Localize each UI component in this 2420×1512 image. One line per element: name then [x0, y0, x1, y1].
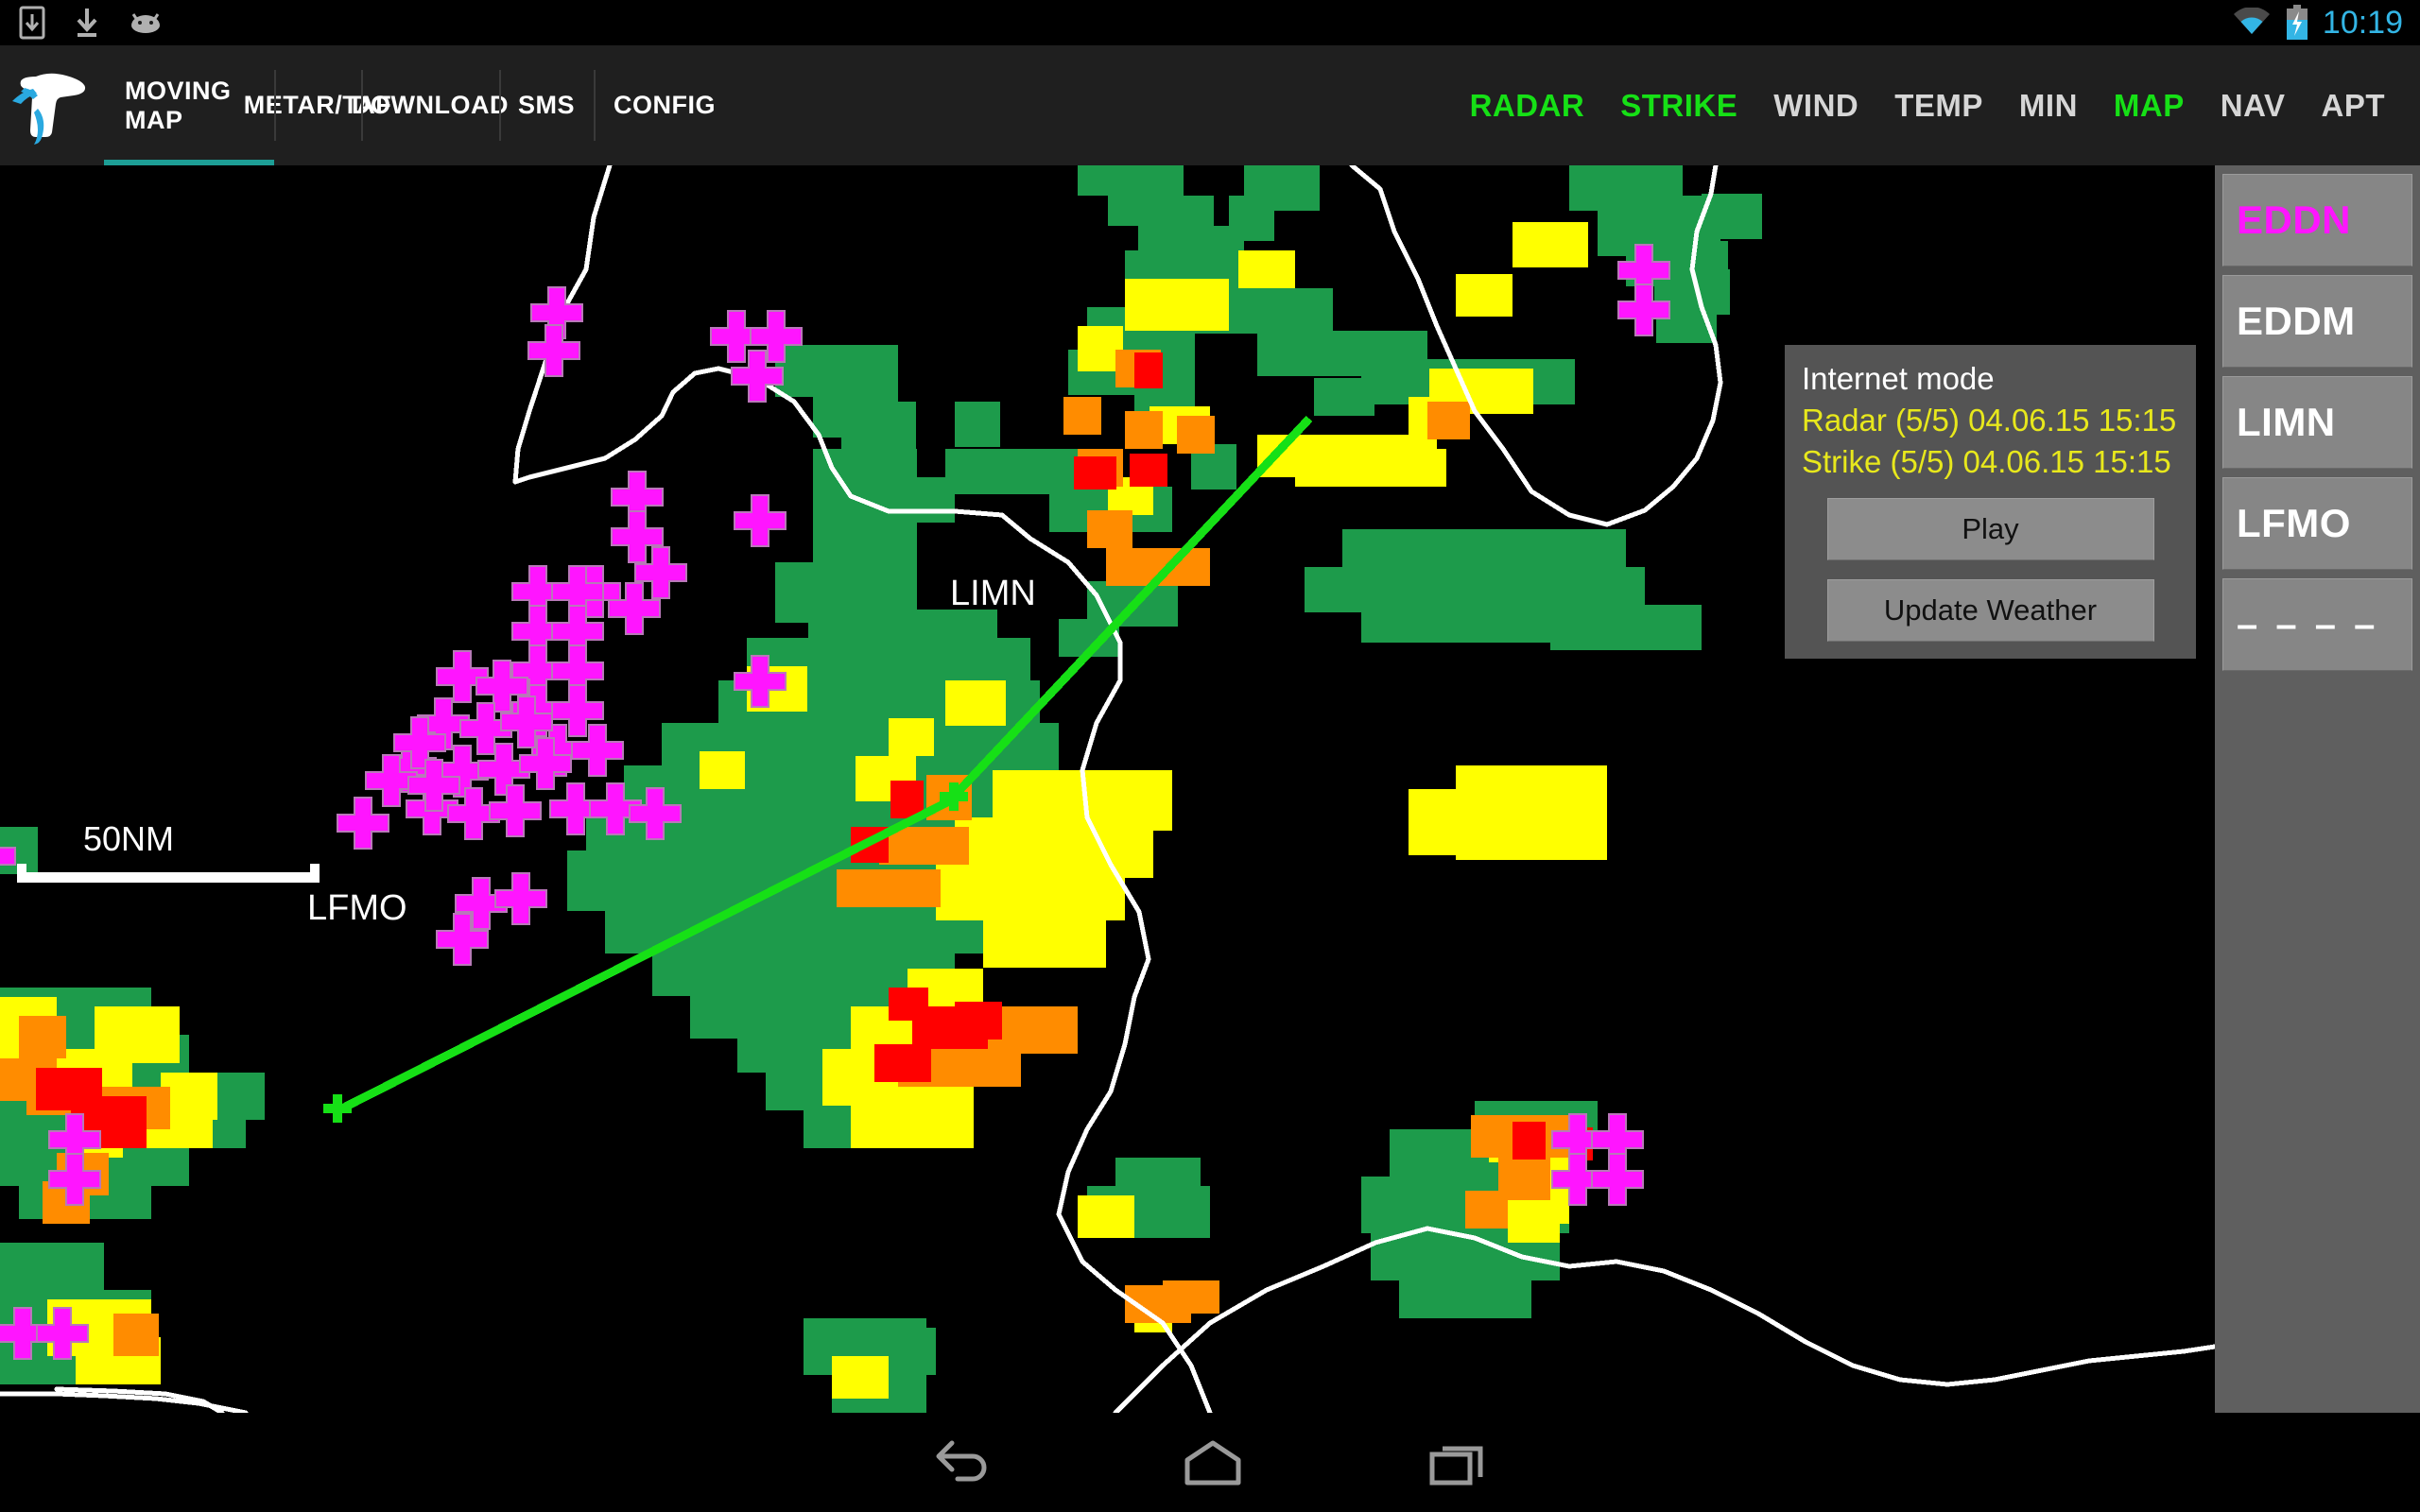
update-weather-button[interactable]: Update Weather [1826, 579, 2154, 642]
recents-icon[interactable] [1427, 1437, 1488, 1488]
waypoint-button-eddn[interactable]: EDDN [2222, 174, 2412, 266]
main-tab-bar: MOVING MAP METAR/TAF DOWNLOAD SMS CONFIG [0, 45, 735, 165]
scale-bar: 50NM [17, 819, 320, 883]
strike-status-line: Strike (5/5) 04.06.15 15:15 [1802, 444, 2171, 479]
layer-toggle-apt[interactable]: APT [2304, 88, 2404, 124]
tab-divider [361, 70, 363, 141]
tab-label: MOVING MAP [125, 76, 232, 134]
tab-divider [499, 70, 501, 141]
download-to-device-icon [19, 6, 45, 40]
layer-toggle-radar[interactable]: RADAR [1452, 88, 1603, 124]
waypoint-button-limn[interactable]: LIMN [2222, 376, 2412, 469]
tab-label: CONFIG [614, 91, 716, 119]
tab-label: DOWNLOAD [352, 91, 509, 119]
waypoint-sidebar: EDDN EDDM LIMN LFMO – – – – [2215, 165, 2420, 1413]
moving-map-canvas[interactable]: LIMN LFMO 50NM Internet mode Radar (5/5)… [0, 165, 2215, 1413]
download-icon [77, 9, 97, 37]
layer-toggle-min[interactable]: MIN [2001, 88, 2096, 124]
app-logo[interactable] [0, 45, 104, 165]
wifi-icon [2233, 8, 2270, 34]
panel-title: Internet mode [1802, 361, 1995, 396]
layer-toggle-temp[interactable]: TEMP [1876, 88, 2001, 124]
battery-charging-icon [2286, 5, 2308, 40]
layer-toggle-nav[interactable]: NAV [2203, 88, 2304, 124]
status-clock: 10:19 [2322, 4, 2403, 41]
tab-metar-taf[interactable]: METAR/TAF [244, 45, 391, 165]
waypoint-label-limn: LIMN [950, 574, 1036, 613]
scale-bar-label: 50NM [83, 819, 174, 858]
tab-sms[interactable]: SMS [499, 45, 594, 165]
android-nav-bar [0, 1413, 2420, 1512]
layer-toggle-map[interactable]: MAP [2096, 88, 2203, 124]
tab-divider [274, 70, 276, 141]
layer-toggle-bar: RADAR STRIKE WIND TEMP MIN MAP NAV APT [1452, 45, 2403, 165]
android-status-bar: 10:19 [0, 0, 2420, 45]
android-bug-icon [131, 13, 160, 33]
waypoint-button-lfmo[interactable]: LFMO [2222, 477, 2412, 570]
weather-info-panel: Internet mode Radar (5/5) 04.06.15 15:15… [1785, 345, 2196, 659]
waypoint-button-empty[interactable]: – – – – [2222, 578, 2412, 671]
tab-divider [594, 70, 596, 141]
waypoint-button-eddm[interactable]: EDDM [2222, 275, 2412, 368]
app-logo-icon [12, 73, 86, 145]
home-icon[interactable] [1180, 1437, 1246, 1488]
status-notification-icons [0, 6, 164, 40]
back-icon[interactable] [931, 1437, 992, 1488]
tab-download[interactable]: DOWNLOAD [352, 45, 509, 165]
layer-toggle-strike[interactable]: STRIKE [1602, 88, 1755, 124]
status-system-icons: 10:19 [2232, 5, 2420, 42]
screen-root: 10:19 MOVING MAP METAR/TAF DOWNLOAD SMS … [0, 0, 2420, 1512]
radar-status-line: Radar (5/5) 04.06.15 15:15 [1802, 403, 2177, 438]
tab-label: SMS [518, 91, 576, 119]
layer-toggle-wind[interactable]: WIND [1755, 88, 1876, 124]
play-button[interactable]: Play [1826, 498, 2154, 560]
app-action-bar: MOVING MAP METAR/TAF DOWNLOAD SMS CONFIG… [0, 45, 2420, 165]
waypoint-marker-lfmo[interactable] [323, 1094, 352, 1123]
waypoint-label-lfmo: LFMO [307, 888, 407, 928]
tab-config[interactable]: CONFIG [594, 45, 735, 165]
